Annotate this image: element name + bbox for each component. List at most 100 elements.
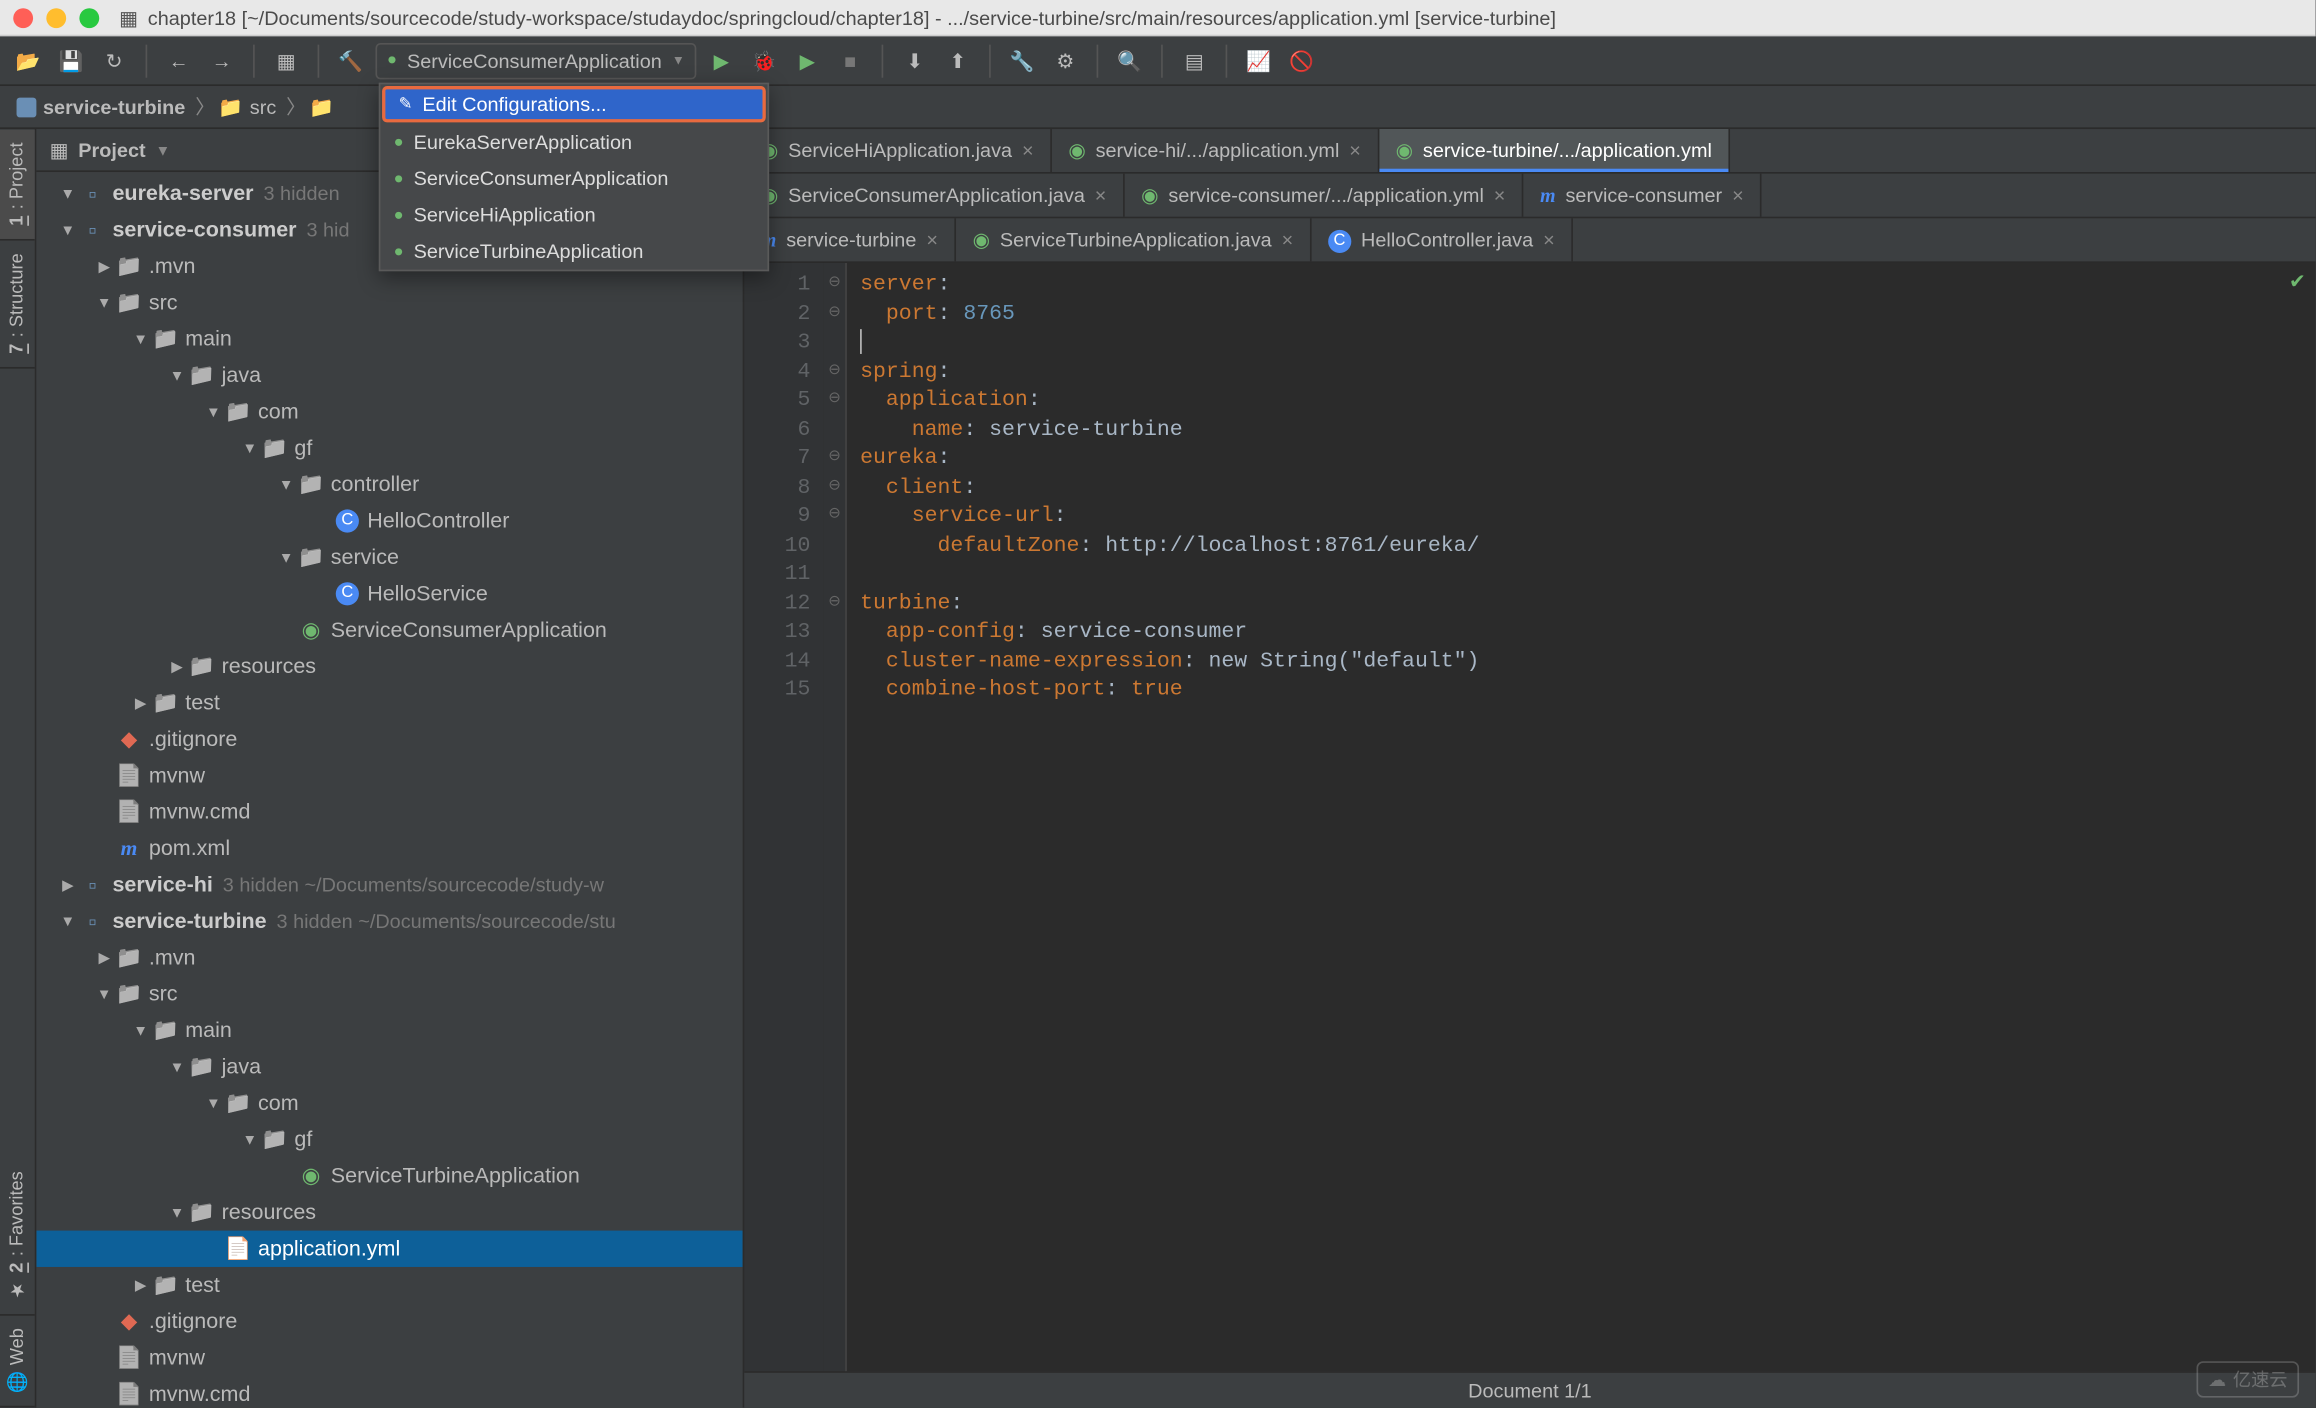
tree-row[interactable]: .mvn (36, 939, 742, 975)
expand-arrow-icon[interactable] (129, 1267, 152, 1303)
sidebar-tab-web[interactable]: 🌐 Web (0, 1315, 35, 1407)
close-icon[interactable]: × (1095, 184, 1107, 207)
tree-row[interactable]: resources (36, 648, 742, 684)
edit-configurations-item[interactable]: ✎ Edit Configurations... (382, 86, 766, 122)
tree-row[interactable]: src (36, 284, 742, 320)
run-icon[interactable]: ▶ (703, 42, 739, 78)
structure-icon[interactable]: ▤ (1176, 42, 1212, 78)
stop-icon[interactable]: ■ (832, 42, 868, 78)
breadcrumb-item[interactable]: 📁 (309, 95, 334, 118)
tree-row[interactable]: gf (36, 1121, 742, 1157)
expand-arrow-icon[interactable] (129, 1012, 152, 1048)
tree-row[interactable]: application.yml (36, 1231, 742, 1267)
breadcrumb-item[interactable]: 📁src (218, 95, 276, 118)
no-entry-icon[interactable]: 🚫 (1284, 42, 1320, 78)
tree-row[interactable]: pom.xml (36, 830, 742, 866)
editor-tab[interactable]: service-hi/.../application.yml× (1052, 129, 1379, 172)
sidebar-tab-structure[interactable]: 7: Structure (0, 241, 35, 370)
close-icon[interactable]: × (1282, 228, 1294, 251)
tree-row[interactable]: HelloController (36, 503, 742, 539)
tree-row[interactable]: com (36, 394, 742, 430)
tree-row[interactable]: service (36, 539, 742, 575)
tree-row[interactable]: ServiceConsumerApplication (36, 612, 742, 648)
expand-arrow-icon[interactable] (56, 175, 79, 211)
expand-arrow-icon[interactable] (202, 1085, 225, 1121)
tree-row[interactable]: resources (36, 1194, 742, 1230)
tree-row[interactable]: mvnw.cmd (36, 794, 742, 830)
tree-row[interactable]: controller (36, 466, 742, 502)
tree-row[interactable]: gf (36, 430, 742, 466)
expand-arrow-icon[interactable] (56, 903, 79, 939)
tree-row[interactable]: service-hi3 hidden ~/Documents/sourcecod… (36, 867, 742, 903)
expand-arrow-icon[interactable] (93, 976, 116, 1012)
tree-row[interactable]: mvnw (36, 1340, 742, 1376)
close-icon[interactable]: × (1732, 184, 1744, 207)
tree-row[interactable]: main (36, 321, 742, 357)
coverage-icon[interactable]: ▶ (789, 42, 825, 78)
minimize-icon[interactable] (46, 7, 66, 27)
tree-row[interactable]: main (36, 1012, 742, 1048)
vcs-update-icon[interactable]: ⬇ (897, 42, 933, 78)
expand-arrow-icon[interactable] (93, 939, 116, 975)
expand-arrow-icon[interactable] (202, 394, 225, 430)
expand-arrow-icon[interactable] (129, 685, 152, 721)
open-icon[interactable]: 📂 (10, 42, 46, 78)
close-icon[interactable]: × (1543, 228, 1555, 251)
tree-row[interactable]: java (36, 357, 742, 393)
maximize-icon[interactable] (79, 7, 99, 27)
tree-row[interactable]: src (36, 976, 742, 1012)
editor-tab[interactable]: service-consumer/.../application.yml× (1125, 174, 1524, 217)
breadcrumb-item[interactable]: service-turbine (17, 95, 186, 118)
expand-arrow-icon[interactable] (93, 248, 116, 284)
hammer-icon[interactable]: 🔨 (332, 42, 368, 78)
tree-row[interactable]: test (36, 1267, 742, 1303)
save-icon[interactable]: 💾 (53, 42, 89, 78)
expand-arrow-icon[interactable] (275, 466, 298, 502)
run-config-item[interactable]: ●ServiceTurbineApplication (380, 233, 767, 269)
close-icon[interactable]: × (1022, 139, 1034, 162)
editor-tab[interactable]: ServiceHiApplication.java× (744, 129, 1051, 172)
expand-arrow-icon[interactable] (275, 539, 298, 575)
vcs-commit-icon[interactable]: ⬆ (940, 42, 976, 78)
editor-tab[interactable]: service-consumer× (1524, 174, 1762, 217)
tree-row[interactable]: service-turbine3 hidden ~/Documents/sour… (36, 903, 742, 939)
settings-icon[interactable]: ⚙ (1047, 42, 1083, 78)
debug-icon[interactable]: 🐞 (746, 42, 782, 78)
expand-arrow-icon[interactable] (129, 321, 152, 357)
search-icon[interactable]: 🔍 (1112, 42, 1148, 78)
expand-arrow-icon[interactable] (238, 430, 261, 466)
run-config-item[interactable]: ●EurekaServerApplication (380, 124, 767, 160)
make-icon[interactable]: ▦ (268, 42, 304, 78)
forward-icon[interactable]: → (203, 42, 239, 78)
sidebar-tab-project[interactable]: 11: Project: Project (0, 129, 35, 241)
expand-arrow-icon[interactable] (165, 1049, 188, 1085)
expand-arrow-icon[interactable] (56, 867, 79, 903)
expand-arrow-icon[interactable] (165, 1194, 188, 1230)
close-icon[interactable] (13, 7, 33, 27)
chart-icon[interactable]: 📈 (1241, 42, 1277, 78)
sidebar-tab-favorites[interactable]: ★ 2: Favorites (0, 1157, 35, 1315)
tree-row[interactable]: ServiceTurbineApplication (36, 1158, 742, 1194)
close-icon[interactable]: × (926, 228, 938, 251)
expand-arrow-icon[interactable] (238, 1121, 261, 1157)
sync-icon[interactable]: ↻ (96, 42, 132, 78)
close-icon[interactable]: × (1349, 139, 1361, 162)
tree-row[interactable]: HelloService (36, 576, 742, 612)
editor-tab[interactable]: service-turbine/.../application.yml (1379, 129, 1730, 172)
expand-arrow-icon[interactable] (93, 284, 116, 320)
tree-row[interactable]: mvnw.cmd (36, 1376, 742, 1407)
tree-row[interactable]: test (36, 685, 742, 721)
project-panel-title[interactable]: Project (78, 138, 145, 161)
expand-arrow-icon[interactable] (165, 648, 188, 684)
tree-row[interactable]: .gitignore (36, 1303, 742, 1339)
expand-arrow-icon[interactable] (165, 357, 188, 393)
editor-tab[interactable]: ServiceTurbineApplication.java× (956, 218, 1311, 261)
editor-tab[interactable]: HelloController.java× (1311, 218, 1572, 261)
chevron-down-icon[interactable]: ▼ (156, 141, 171, 158)
run-configuration-selector[interactable]: ● ServiceConsumerApplication ▼ (375, 42, 696, 78)
code-content[interactable]: server: port: 8765 spring: application: … (847, 263, 1480, 1371)
editor-tab[interactable]: ServiceConsumerApplication.java× (744, 174, 1124, 217)
back-icon[interactable]: ← (160, 42, 196, 78)
tree-row[interactable]: .gitignore (36, 721, 742, 757)
tree-row[interactable]: com (36, 1085, 742, 1121)
